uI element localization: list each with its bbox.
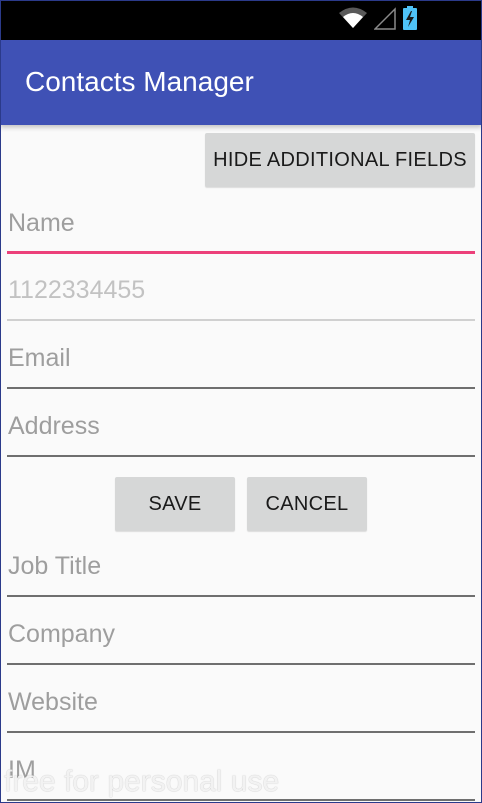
- address-underline: [7, 455, 475, 457]
- job-title-placeholder: Job Title: [8, 552, 102, 580]
- job-title-field[interactable]: Job Title: [7, 547, 475, 597]
- website-placeholder: Website: [8, 688, 98, 716]
- name-field[interactable]: Name: [7, 204, 475, 254]
- name-underline: [7, 251, 475, 254]
- status-bar: [0, 0, 482, 40]
- company-placeholder: Company: [8, 620, 115, 648]
- website-underline: [7, 731, 475, 733]
- toggle-additional-fields-button[interactable]: HIDE ADDITIONAL FIELDS: [205, 133, 475, 187]
- name-placeholder: Name: [8, 209, 75, 237]
- status-icons: [338, 6, 418, 34]
- phone-field: 1122334455: [7, 271, 475, 321]
- email-underline: [7, 387, 475, 389]
- phone-value: 1122334455: [8, 276, 146, 304]
- im-field[interactable]: IM: [7, 751, 475, 801]
- phone-underline: [7, 319, 475, 321]
- wifi-icon: [338, 6, 368, 34]
- signal-icon: [373, 6, 396, 34]
- app-toolbar: Contacts Manager: [0, 40, 482, 125]
- cancel-button[interactable]: CANCEL: [247, 477, 367, 531]
- im-placeholder: IM: [8, 756, 36, 784]
- company-underline: [7, 663, 475, 665]
- im-underline: [7, 799, 475, 801]
- email-placeholder: Email: [8, 344, 71, 372]
- address-placeholder: Address: [8, 412, 100, 440]
- battery-icon: [402, 5, 418, 35]
- address-field[interactable]: Address: [7, 407, 475, 457]
- email-field[interactable]: Email: [7, 339, 475, 389]
- website-field[interactable]: Website: [7, 683, 475, 733]
- save-button[interactable]: SAVE: [115, 477, 235, 531]
- job-title-underline: [7, 595, 475, 597]
- company-field[interactable]: Company: [7, 615, 475, 665]
- app-title: Contacts Manager: [25, 66, 254, 97]
